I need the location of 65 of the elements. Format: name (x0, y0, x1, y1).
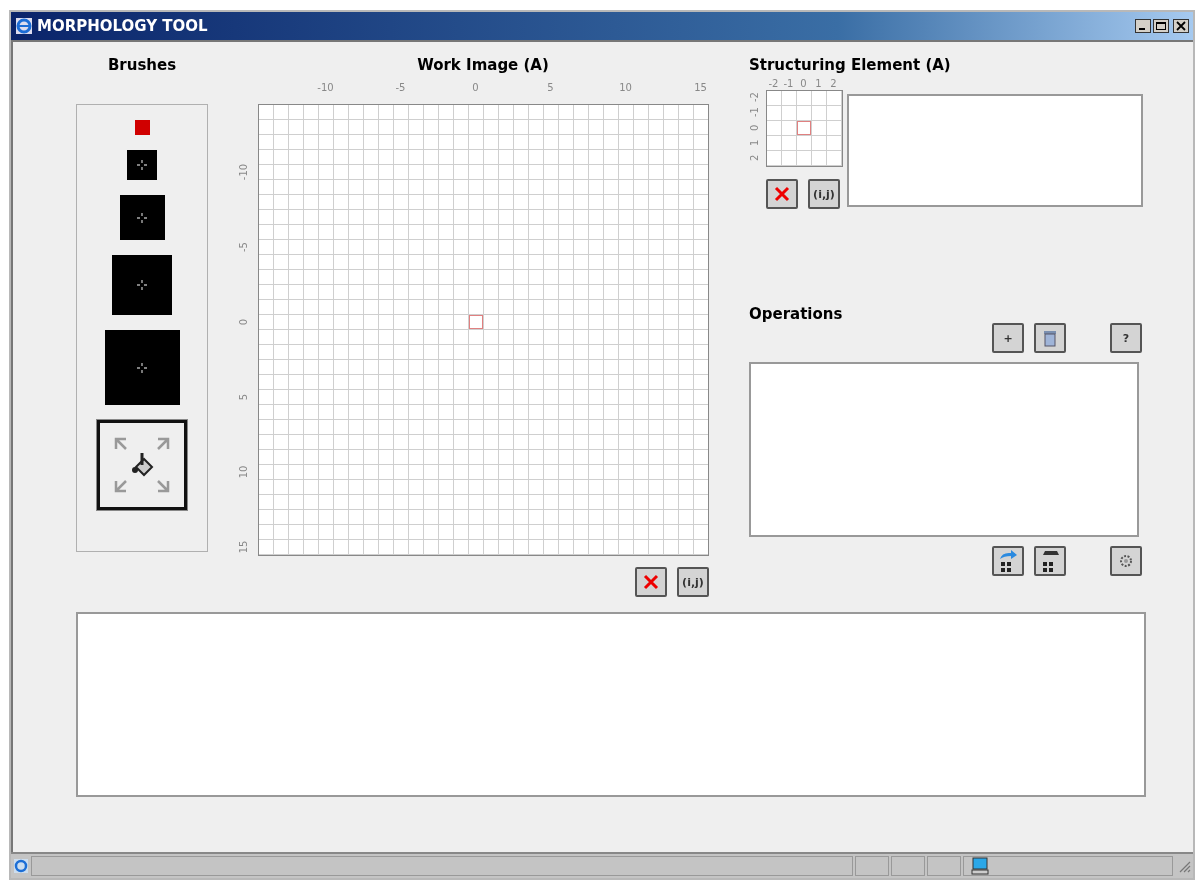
axis-tick-label: 0 (238, 318, 249, 325)
crosshair-icon (137, 280, 147, 290)
axis-tick-label: 15 (694, 82, 707, 93)
brush-square[interactable] (119, 195, 165, 240)
load-button[interactable] (992, 546, 1024, 576)
status-pane (855, 856, 889, 876)
section-title: Brushes (106, 56, 178, 76)
grid-arrow-icon (997, 549, 1019, 573)
axis-tick-label: 0 (472, 82, 479, 93)
delete-button[interactable] (1034, 323, 1066, 353)
axis-tick-label: 10 (238, 465, 249, 478)
axis-tick-label: 5 (547, 82, 554, 93)
crosshair-icon (137, 212, 147, 223)
origin-marker (468, 315, 483, 329)
add-button[interactable]: + (992, 323, 1024, 353)
close-icon[interactable] (1173, 19, 1189, 33)
paint-bucket-expand-icon (114, 437, 170, 493)
axis-tick-label: 0 (799, 78, 808, 89)
close-icon (774, 186, 790, 202)
operations-list[interactable] (749, 362, 1139, 537)
origin-marker (797, 121, 811, 135)
axis-tick-label: 1 (749, 138, 761, 148)
save-button[interactable] (1034, 546, 1066, 576)
section-title: Structuring Element (A) (749, 56, 952, 76)
axis-tick-label: -10 (238, 163, 249, 180)
axis-tick-label: -5 (238, 241, 249, 252)
axis-tick-label: 0 (749, 123, 761, 133)
element-grid[interactable] (766, 90, 843, 167)
settings-button[interactable] (1110, 546, 1142, 576)
close-icon (643, 574, 659, 590)
section-title: Work Image (A) (416, 56, 550, 76)
trash-icon (1043, 329, 1057, 347)
section-title: Operations (749, 305, 844, 325)
status-pane (891, 856, 925, 876)
axis-tick-label: 2 (829, 78, 838, 89)
axis-tick-label: -1 (782, 78, 795, 89)
output-area[interactable] (76, 612, 1146, 797)
crosshair-icon (137, 362, 147, 373)
help-button[interactable]: ? (1110, 323, 1142, 353)
clear-button[interactable] (766, 179, 798, 209)
status-pane (927, 856, 961, 876)
text-area[interactable] (846, 94, 1143, 207)
axis-tick-label: 2 (749, 153, 761, 163)
axis-tick-label: 15 (238, 540, 249, 553)
coordinates-button[interactable]: (i,j) (677, 567, 709, 597)
axis-tick-label: -10 (317, 82, 334, 93)
clear-button[interactable] (635, 567, 667, 597)
gear-icon (1117, 552, 1135, 570)
axis-tick-label: 10 (619, 82, 632, 93)
computer-icon (970, 857, 990, 875)
axis-tick-label: -2 (749, 91, 761, 105)
axis-tick-label: 5 (238, 393, 249, 400)
browser-icon (15, 17, 33, 35)
minimize-icon[interactable] (1135, 19, 1151, 33)
crosshair-icon (137, 160, 147, 170)
axis-tick-label: -1 (749, 106, 761, 120)
resize-grip-icon[interactable] (1177, 859, 1191, 873)
window-title: MORPHOLOGY TOOL (37, 17, 208, 35)
coordinates-button[interactable]: (i,j) (808, 179, 840, 209)
axis-tick-label: -5 (395, 82, 406, 93)
axis-tick-label: 1 (814, 78, 823, 89)
maximize-icon[interactable] (1153, 19, 1169, 33)
auto-brush[interactable] (97, 420, 187, 510)
axis-tick-label: -2 (767, 78, 780, 89)
page-icon (13, 858, 29, 874)
